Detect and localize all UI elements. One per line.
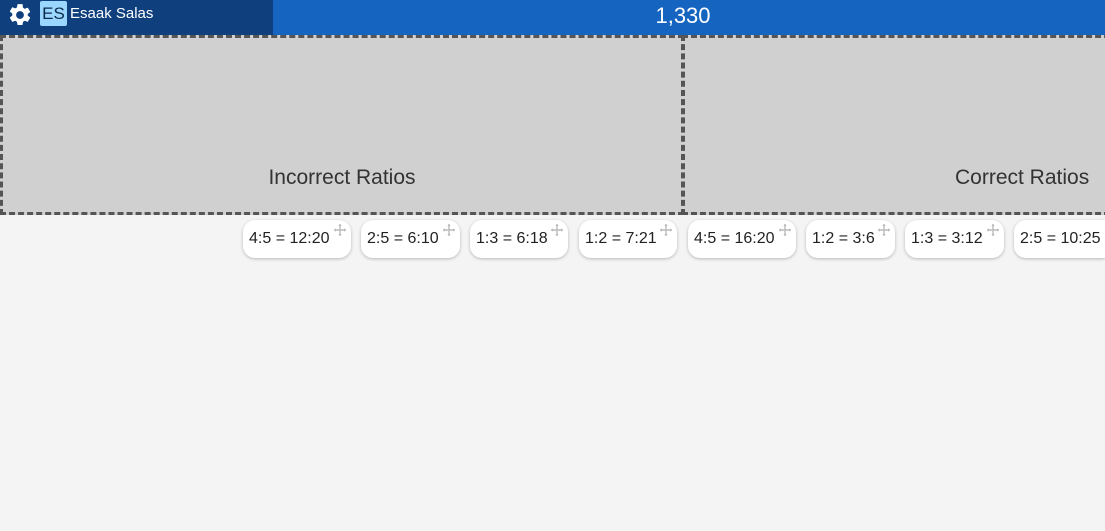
move-icon[interactable]: [878, 224, 890, 236]
incorrect-ratios-dropzone[interactable]: Incorrect Ratios: [0, 35, 684, 215]
ratio-tile[interactable]: 1:2 = 3:6: [806, 220, 895, 258]
ratio-tile-text: 1:3 = 6:18: [476, 230, 548, 247]
incorrect-ratios-label: Incorrect Ratios: [268, 166, 416, 189]
ratio-tile-text: 2:5 = 10:25: [1020, 230, 1101, 247]
correct-ratios-dropzone[interactable]: Correct Ratios: [682, 35, 1105, 215]
ratio-tile[interactable]: 1:3 = 3:12: [905, 220, 1004, 258]
ratio-tile-text: 1:2 = 7:21: [585, 230, 657, 247]
ratio-tile[interactable]: 1:2 = 7:21: [579, 220, 677, 258]
ratio-tile-text: 1:2 = 3:6: [812, 230, 875, 247]
ratio-tile[interactable]: 1:3 = 6:18: [470, 220, 568, 258]
move-icon[interactable]: [334, 224, 346, 236]
score-counter: 1,330: [655, 3, 711, 28]
ratio-tile[interactable]: 4:5 = 16:20: [688, 220, 796, 258]
ratio-tile-text: 2:5 = 6:10: [367, 230, 439, 247]
ratio-tile[interactable]: 2:5 = 10:25: [1014, 220, 1105, 258]
ratio-tile[interactable]: 2:5 = 6:10: [361, 220, 460, 258]
move-icon[interactable]: [987, 224, 999, 236]
user-area: ES Esaak Salas: [0, 0, 273, 35]
ratio-tile-text: 4:5 = 12:20: [249, 230, 330, 247]
username[interactable]: Esaak Salas: [70, 5, 153, 22]
move-icon[interactable]: [443, 224, 455, 236]
ratio-tile[interactable]: 4:5 = 12:20: [243, 220, 351, 258]
top-bar: ES Esaak Salas 1,330: [0, 0, 1105, 35]
ratio-tile-text: 4:5 = 16:20: [694, 230, 775, 247]
gear-icon[interactable]: [7, 2, 33, 28]
ratio-tile-text: 1:3 = 3:12: [911, 230, 983, 247]
move-icon[interactable]: [660, 224, 672, 236]
correct-ratios-label: Correct Ratios: [955, 166, 1090, 189]
avatar[interactable]: ES: [40, 1, 67, 26]
move-icon[interactable]: [779, 224, 791, 236]
move-icon[interactable]: [551, 224, 563, 236]
